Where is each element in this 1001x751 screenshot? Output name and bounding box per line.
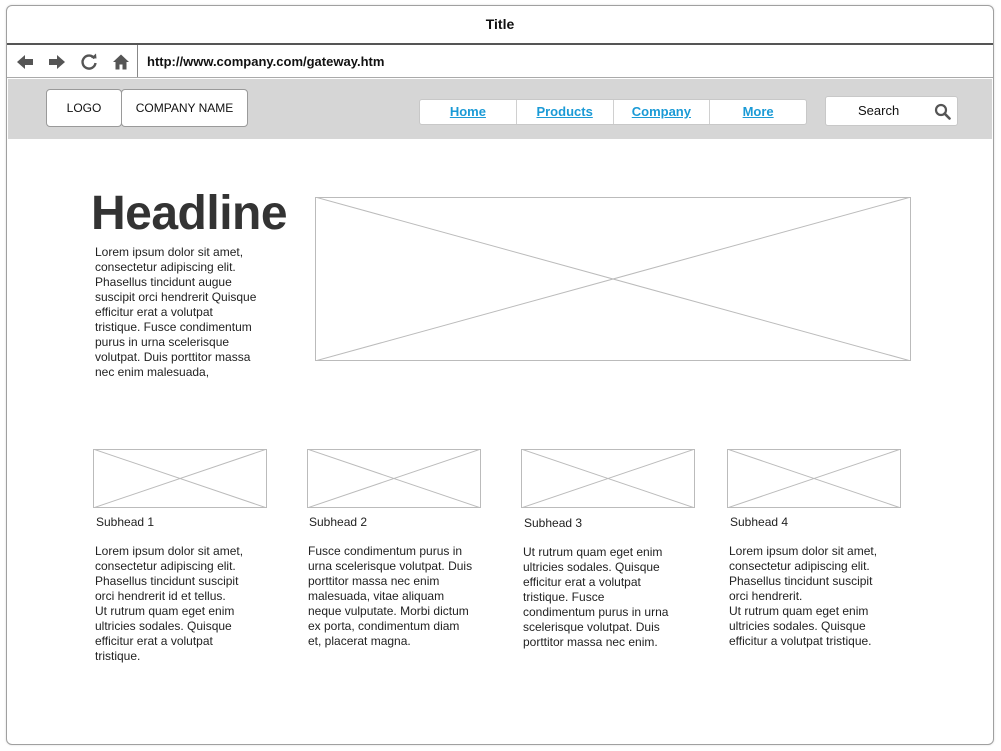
feature-4-text: Lorem ipsum dolor sit amet, consectetur … <box>729 544 878 648</box>
browser-window: Title http://www.company.com/gateway.htm… <box>6 5 994 745</box>
nav-link-home[interactable]: Home <box>420 100 517 124</box>
hero-image-placeholder <box>315 197 911 361</box>
forward-arrow-icon[interactable] <box>48 53 66 71</box>
nav-link-company[interactable]: Company <box>614 100 711 124</box>
search-icon[interactable] <box>934 103 951 120</box>
feature-3-image-placeholder <box>521 449 695 508</box>
address-bar: http://www.company.com/gateway.htm <box>7 45 993 78</box>
nav-buttons <box>7 45 138 77</box>
url-field[interactable]: http://www.company.com/gateway.htm <box>147 45 384 78</box>
search-placeholder: Search <box>858 103 900 118</box>
company-name: COMPANY NAME <box>121 89 248 127</box>
home-icon[interactable] <box>112 53 130 71</box>
feature-1-text: Lorem ipsum dolor sit amet, consectetur … <box>95 544 244 663</box>
nav-link-more[interactable]: More <box>710 100 806 124</box>
hero-text: Lorem ipsum dolor sit amet, consectetur … <box>95 245 257 379</box>
nav-link-products[interactable]: Products <box>517 100 614 124</box>
site-header: LOGO COMPANY NAME Home Products Company … <box>8 79 992 139</box>
feature-3-subhead: Subhead 3 <box>524 516 583 530</box>
logo[interactable]: LOGO <box>46 89 122 127</box>
feature-2-subhead: Subhead 2 <box>309 515 368 529</box>
nav-menu: Home Products Company More <box>419 99 807 125</box>
back-arrow-icon[interactable] <box>16 53 34 71</box>
window-title: Title <box>7 6 993 45</box>
feature-3-text: Ut rutrum quam eget enim ultricies sodal… <box>523 545 669 649</box>
feature-1-subhead: Subhead 1 <box>96 515 155 529</box>
feature-1-image-placeholder <box>93 449 267 508</box>
search-input[interactable]: Search <box>825 96 958 126</box>
feature-2-text: Fusce condimentum purus in urna sceleris… <box>308 544 473 648</box>
feature-2-image-placeholder <box>307 449 481 508</box>
headline: Headline <box>91 187 288 240</box>
feature-4-image-placeholder <box>727 449 901 508</box>
refresh-icon[interactable] <box>80 53 98 71</box>
feature-4-subhead: Subhead 4 <box>730 515 789 529</box>
